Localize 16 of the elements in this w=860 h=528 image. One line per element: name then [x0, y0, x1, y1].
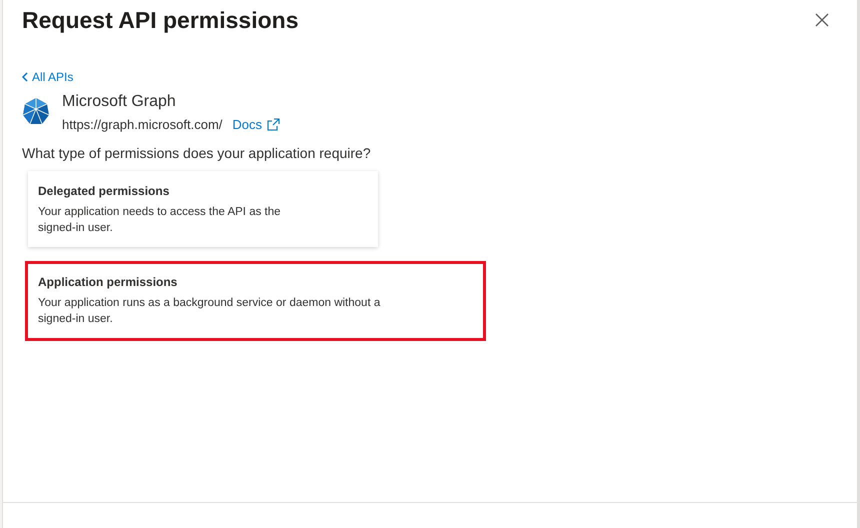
option-title: Application permissions — [38, 274, 178, 290]
option-description: Your application needs to access the API as the signed-in user. — [38, 204, 282, 236]
api-url: https://graph.microsoft.com/ — [62, 116, 222, 134]
option-title: Delegated permissions — [38, 182, 170, 200]
option-description: Your application runs as a background service or daemon without a signed-in user. — [38, 296, 382, 326]
polyhedron-icon — [22, 97, 50, 125]
external-link-icon — [267, 118, 280, 132]
close-icon[interactable] — [815, 13, 829, 27]
question-text: What type of permissions does your application require? — [22, 144, 372, 162]
api-name: Microsoft Graph — [62, 92, 177, 112]
panel-title: Request API permissions — [22, 6, 299, 35]
back-link[interactable]: All APIs — [22, 69, 74, 85]
chevron-left-icon — [22, 72, 28, 82]
docs-link[interactable]: Docs — [232, 115, 280, 134]
permission-option-card[interactable]: Application permissions Your application runs as a background service or daemon without a signed-in user. — [25, 260, 486, 340]
permission-option-card[interactable]: Delegated permissions Your application needs to access the API as the signed-in user. — [28, 170, 378, 246]
